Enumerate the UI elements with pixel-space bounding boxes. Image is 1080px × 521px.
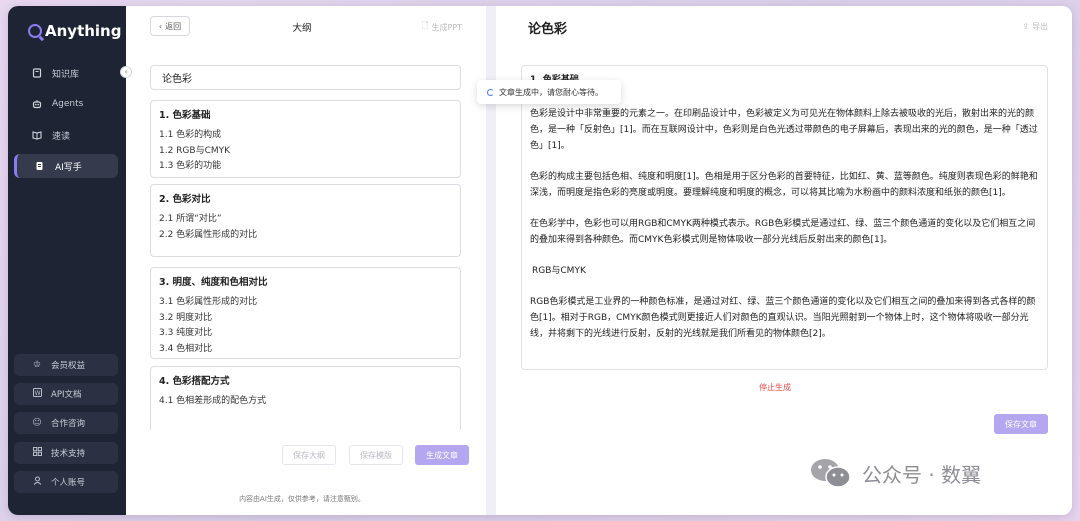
sidebar-item-label: Agents bbox=[52, 99, 84, 109]
section-heading: 1. 色彩基础 bbox=[159, 110, 211, 121]
sidebar-item-label: 速读 bbox=[52, 131, 71, 142]
sidebar-item-label: API文档 bbox=[51, 390, 82, 400]
app-window: Anything 知识库 Agents 速读 AI写手 ♔ 会员权益 W API… bbox=[8, 6, 1072, 515]
topic-input[interactable]: 论色彩 bbox=[150, 65, 461, 90]
save-template-button[interactable]: 保存模版 bbox=[349, 445, 403, 465]
sidebar-item-label: 会员权益 bbox=[51, 361, 86, 371]
section-subitem: 1.1 色彩的构成 bbox=[159, 130, 222, 140]
section-heading: 4. 色彩搭配方式 bbox=[159, 376, 230, 387]
generate-ppt-label: 生成PPT bbox=[431, 22, 462, 32]
section-subitem: 3.1 色彩属性形成的对比 bbox=[159, 297, 258, 307]
article-paragraph: 色彩是设计中非常重要的元素之一。在印刷品设计中，色彩被定义为可见光在物体颜料上除… bbox=[530, 109, 1038, 151]
ai-disclaimer: 内容由AI生成，仅供参考，请注意甄别。 bbox=[239, 495, 365, 503]
wechat-icon bbox=[810, 456, 852, 490]
section-heading: 3. 明度、纯度和色相对比 bbox=[159, 277, 268, 288]
sidebar-item-label: 个人账号 bbox=[51, 478, 86, 488]
document-icon: 🗋 bbox=[422, 21, 429, 30]
section-subitem: 2.2 色彩属性形成的对比 bbox=[159, 229, 258, 240]
article-paragraph: 色彩的构成主要包括色相、纯度和明度[1]。色相是用于区分色彩的首要特征，比如红、… bbox=[530, 172, 1038, 198]
section-subitem: 4.1 色相差形成的配色方式 bbox=[159, 396, 267, 406]
save-article-button[interactable]: 保存文章 bbox=[994, 414, 1048, 434]
article-paragraph: 在色彩学中，色彩也可以用RGB和CMYK两种模式表示。RGB色彩模式是通过红、绿… bbox=[530, 219, 1036, 245]
export-button[interactable]: ⇪ 导出 bbox=[1022, 21, 1048, 32]
article-paragraph: RGB与CMYK bbox=[532, 266, 586, 276]
support-icon bbox=[32, 447, 42, 459]
stop-generation-button[interactable]: 停止生成 bbox=[759, 382, 791, 393]
section-heading: 2. 色彩对比 bbox=[159, 194, 211, 205]
writer-icon bbox=[35, 161, 45, 171]
sidebar-item-knowledge-base[interactable]: 知识库 bbox=[14, 61, 118, 85]
svg-text:W: W bbox=[34, 390, 40, 397]
user-icon bbox=[32, 476, 42, 488]
article-title: 论色彩 bbox=[528, 22, 568, 37]
sidebar-item-label: 技术支持 bbox=[51, 449, 86, 459]
outline-section-card[interactable]: 1. 色彩基础 1.1 色彩的构成 1.2 RGB与CMYK 1.3 色彩的功能 bbox=[150, 100, 461, 178]
sidebar-item-ai-writer[interactable]: AI写手 bbox=[14, 154, 118, 178]
chevron-left-icon: ‹ bbox=[124, 68, 128, 76]
robot-icon bbox=[32, 99, 42, 109]
sidebar-item-api-docs[interactable]: W API文档 bbox=[14, 383, 118, 405]
section-subitem: 1.3 色彩的功能 bbox=[159, 161, 222, 171]
sidebar-collapse-button[interactable]: ‹ bbox=[120, 66, 132, 78]
sidebar-item-speed-reading[interactable]: 速读 bbox=[14, 123, 118, 147]
sidebar-item-label: 知识库 bbox=[52, 69, 80, 80]
section-subitem: 3.4 色相对比 bbox=[159, 343, 213, 354]
app-name: Anything bbox=[45, 22, 122, 40]
article-content[interactable]: 1. 色彩基础 1.1 色彩的构成 色彩是设计中非常重要的元素之一。在印刷品设计… bbox=[521, 65, 1048, 370]
sidebar-item-agents[interactable]: Agents bbox=[14, 92, 118, 116]
sidebar: Anything 知识库 Agents 速读 AI写手 ♔ 会员权益 W API… bbox=[8, 6, 126, 515]
logo-icon bbox=[28, 24, 42, 38]
sidebar-item-cooperation[interactable]: ☺ 合作咨询 bbox=[14, 412, 118, 434]
outline-section-card[interactable]: 3. 明度、纯度和色相对比 3.1 色彩属性形成的对比 3.2 明度对比 3.3… bbox=[150, 267, 461, 359]
sidebar-item-label: 合作咨询 bbox=[51, 419, 86, 429]
loading-spinner-icon bbox=[487, 88, 494, 96]
section-subitem: 2.1 所谓“对比” bbox=[159, 214, 222, 224]
section-subitem: 3.2 明度对比 bbox=[159, 312, 213, 323]
cooperation-icon: ☺ bbox=[32, 418, 42, 428]
outline-section-card[interactable]: 4. 色彩搭配方式 4.1 色相差形成的配色方式 bbox=[150, 366, 461, 430]
watermark: 公众号 · 数翼 bbox=[810, 456, 981, 490]
generate-ppt-button[interactable]: 🗋 生成PPT bbox=[422, 20, 462, 34]
crown-icon: ♔ bbox=[32, 360, 42, 370]
export-label: 导出 bbox=[1032, 22, 1048, 31]
book-icon bbox=[32, 68, 42, 78]
toast-message: 文章生成中，请您耐心等待。 bbox=[499, 87, 603, 97]
outline-section-card[interactable]: 2. 色彩对比 2.1 所谓“对比” 2.2 色彩属性形成的对比 bbox=[150, 184, 461, 257]
sidebar-item-membership[interactable]: ♔ 会员权益 bbox=[14, 354, 118, 376]
api-doc-icon: W bbox=[32, 388, 42, 400]
watermark-text: 公众号 · 数翼 bbox=[862, 462, 982, 487]
outline-panel: ‹ 返回 大纲 🗋 生成PPT 论色彩 1. 色彩基础 1.1 色彩的构成 1.… bbox=[126, 6, 486, 515]
reading-icon bbox=[32, 130, 42, 140]
article-paragraph: RGB色彩模式是工业界的一种颜色标准，是通过对红、绿、蓝三个颜色通道的变化以及它… bbox=[530, 297, 1036, 339]
generate-article-button[interactable]: 生成文章 bbox=[415, 445, 469, 465]
save-outline-button[interactable]: 保存大纲 bbox=[282, 445, 336, 465]
sidebar-item-account[interactable]: 个人账号 bbox=[14, 471, 118, 493]
sidebar-item-tech-support[interactable]: 技术支持 bbox=[14, 442, 118, 464]
sidebar-item-label: AI写手 bbox=[55, 162, 82, 173]
section-subitem: 3.3 纯度对比 bbox=[159, 328, 213, 338]
generation-toast: 文章生成中，请您耐心等待。 bbox=[477, 80, 621, 104]
export-icon: ⇪ bbox=[1022, 22, 1029, 31]
app-logo[interactable]: Anything bbox=[28, 22, 121, 40]
section-subitem: 1.2 RGB与CMYK bbox=[159, 145, 231, 156]
